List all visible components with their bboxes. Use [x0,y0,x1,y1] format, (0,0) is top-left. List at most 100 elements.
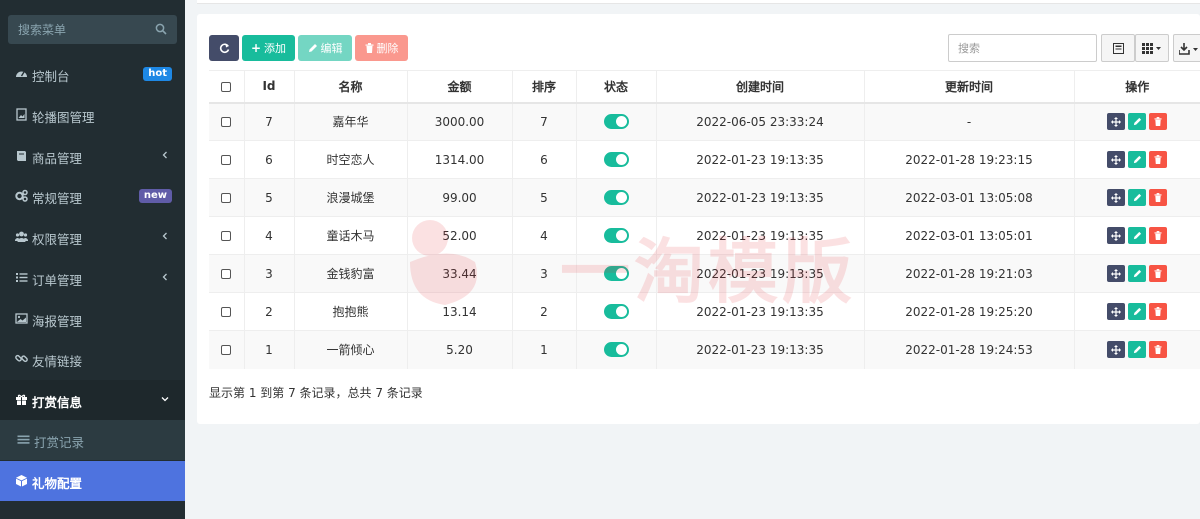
status-toggle[interactable] [603,228,629,243]
sidebar-item-posters[interactable]: 海报管理 [0,299,185,339]
row-delete-button[interactable] [1149,151,1168,168]
list-icon [16,273,28,282]
move-icon [1111,116,1122,127]
cell-id: 1 [243,330,294,369]
column-header[interactable]: 更新时间 [863,70,1074,104]
refresh-button[interactable] [209,35,239,61]
row-delete-button[interactable] [1149,341,1168,359]
row-delete-button[interactable] [1149,303,1168,320]
row-checkbox[interactable] [221,231,232,241]
cell-id: 7 [243,102,294,141]
table-row[interactable]: 5 浪漫城堡 99.00 5 2022-01-23 19:13:35 2022-03-01… [209,178,1200,217]
status-toggle[interactable] [603,304,629,319]
status-toggle[interactable] [603,266,629,281]
column-header[interactable]: 金额 [406,70,512,104]
cell-id: 4 [243,216,294,255]
column-header[interactable]: 状态 [575,70,656,104]
cell-created: 2022-01-23 19:13:35 [655,178,864,217]
status-toggle[interactable] [603,152,629,167]
link-icon [15,354,28,363]
select-all-checkbox[interactable] [221,81,232,92]
pencil-icon [1133,269,1141,278]
sidebar-item-orders[interactable]: 订单管理 [0,258,185,298]
row-edit-button[interactable] [1128,341,1147,359]
drag-sort-button[interactable] [1107,189,1126,206]
sidebar-subitem-reward-records[interactable]: 打赏记录 [0,420,185,460]
cell-amount: 13.14 [406,292,512,331]
new-badge: new [138,189,172,203]
row-edit-button[interactable] [1128,227,1147,244]
table-row[interactable]: 4 童话木马 52.00 4 2022-01-23 19:13:35 2022-03-01… [209,216,1200,255]
toggle-view-button[interactable] [1101,34,1135,62]
sidebar-item-goods[interactable]: 商品管理 [0,136,185,176]
table-row[interactable]: 2 抱抱熊 13.14 2 2022-01-23 19:13:35 2022-01-28 … [209,292,1200,331]
row-checkbox[interactable] [221,269,232,279]
sidebar-subitem-gift-config[interactable]: 礼物配置 [0,461,185,501]
drag-sort-button[interactable] [1107,303,1126,320]
row-edit-button[interactable] [1128,189,1147,206]
sidebar-item-friend-links[interactable]: 友情链接 [0,339,185,379]
hot-badge: hot [143,67,172,81]
cell-actions [1073,254,1200,293]
sidebar-item-permissions[interactable]: 权限管理 [0,217,185,257]
cube-icon [16,475,27,487]
table-row[interactable]: 3 金钱豹富 33.44 3 2022-01-23 19:13:35 2022-01-28… [209,254,1200,293]
row-checkbox[interactable] [221,193,232,203]
search-icon[interactable] [155,23,167,35]
drag-sort-button[interactable] [1107,113,1126,131]
column-header[interactable]: 名称 [293,70,407,104]
sidebar-item-carousel[interactable]: 轮播图管理 [0,95,185,135]
cell-name: 嘉年华 [293,102,407,141]
status-toggle[interactable] [603,114,629,130]
row-edit-button[interactable] [1128,265,1147,282]
cell-amount: 52.00 [406,216,512,255]
content-panel: +添加 编辑 删除 Id 名称 金额 排序 状态 创建时间 更新时间 [197,14,1200,424]
table-row[interactable]: 7 嘉年华 3000.00 7 2022-06-05 23:33:24- [209,102,1200,141]
column-header[interactable]: 创建时间 [655,70,864,104]
row-checkbox[interactable] [221,117,232,128]
row-edit-button[interactable] [1128,303,1147,320]
sidebar-item-dashboard[interactable]: 控制台 hot [0,54,185,94]
column-header[interactable]: 排序 [511,70,576,104]
cell-status [575,140,656,179]
sidebar-item-label: 海报管理 [32,314,83,329]
menu-search-input[interactable] [8,15,148,44]
status-toggle[interactable] [603,342,629,358]
row-checkbox[interactable] [221,307,232,317]
row-checkbox[interactable] [221,155,232,165]
table-row[interactable]: 6 时空恋人 1314.00 6 2022-01-23 19:13:35 2022-01-… [209,140,1200,179]
bars-icon [17,435,30,444]
pagination-info: 显示第 1 到第 7 条记录，总共 7 条记录 [209,386,423,400]
row-edit-button[interactable] [1128,113,1147,131]
drag-sort-button[interactable] [1107,265,1126,282]
cell-amount: 99.00 [406,178,512,217]
cell-status [575,292,656,331]
sidebar-item-rewards[interactable]: 打赏信息 [0,380,185,420]
sidebar-item-general[interactable]: 常规管理 new [0,176,185,216]
row-delete-button[interactable] [1149,265,1168,282]
row-checkbox[interactable] [221,345,232,356]
table-row[interactable]: 1 一箭倾心 5.20 1 2022-01-23 19:13:35 2022-01-28 … [209,330,1200,369]
add-button[interactable]: + 添加 [242,35,295,61]
drag-sort-button[interactable] [1107,151,1126,168]
table-header-row: Id 名称 金额 排序 状态 创建时间 更新时间 操作 [209,70,1200,104]
cell-actions [1073,178,1200,217]
edit-button[interactable]: 编辑 [298,35,352,61]
drag-sort-button[interactable] [1107,227,1126,244]
cell-actions [1073,102,1200,141]
column-header[interactable]: Id [243,70,294,104]
move-icon [1111,306,1122,317]
row-delete-button[interactable] [1149,227,1168,244]
status-toggle[interactable] [603,190,629,205]
export-dropdown-button[interactable] [1173,34,1200,62]
cell-created: 2022-01-23 19:13:35 [655,140,864,179]
cell-sort: 2 [511,292,576,331]
dashboard-icon [16,71,27,77]
row-edit-button[interactable] [1128,151,1147,168]
columns-dropdown-button[interactable] [1135,34,1169,62]
drag-sort-button[interactable] [1107,341,1126,359]
row-delete-button[interactable] [1149,113,1168,131]
table-search-input[interactable] [948,34,1097,62]
delete-button[interactable]: 删除 [355,35,408,61]
row-delete-button[interactable] [1149,189,1168,206]
